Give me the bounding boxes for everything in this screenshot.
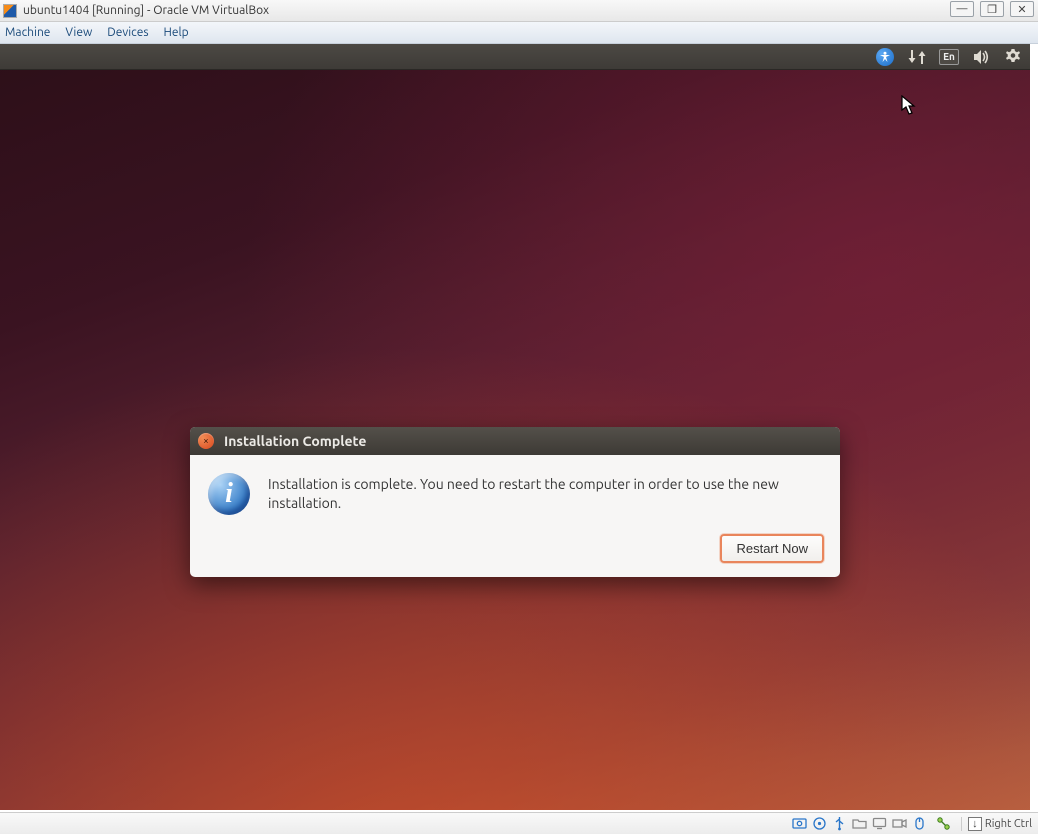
mouse-integration-indicator-icon[interactable] <box>911 815 928 832</box>
dialog-message: Installation is complete. You need to re… <box>268 473 818 515</box>
volume-icon[interactable] <box>970 46 992 68</box>
hard-disk-indicator-icon[interactable] <box>791 815 808 832</box>
window-right-border <box>1034 44 1038 838</box>
host-key-indicator[interactable]: ↓ Right Ctrl <box>961 817 1032 831</box>
dialog-title: Installation Complete <box>224 433 366 449</box>
hostkey-arrow-icon: ↓ <box>968 817 982 831</box>
ubuntu-top-panel: En <box>0 44 1030 70</box>
virtualbox-icon <box>3 4 17 18</box>
network-icon[interactable] <box>906 46 928 68</box>
system-gear-icon[interactable] <box>1002 46 1024 68</box>
guest-display[interactable]: En × Installation Complete <box>0 44 1030 810</box>
video-capture-indicator-icon[interactable] <box>891 815 908 832</box>
restart-now-button[interactable]: Restart Now <box>720 534 824 563</box>
host-window-titlebar: ubuntu1404 [Running] - Oracle VM Virtual… <box>0 0 1038 22</box>
minimize-button[interactable]: — <box>950 1 974 17</box>
dialog-titlebar[interactable]: × Installation Complete <box>190 427 840 455</box>
accessibility-icon[interactable] <box>874 46 896 68</box>
network-adapter-indicator-icon[interactable] <box>935 815 952 832</box>
dialog-close-button[interactable]: × <box>198 433 214 449</box>
display-indicator-icon[interactable] <box>871 815 888 832</box>
host-window-controls: — ❐ ✕ <box>950 1 1034 17</box>
menu-machine[interactable]: Machine <box>5 26 50 39</box>
installation-complete-dialog: × Installation Complete i Installation i… <box>190 427 840 577</box>
keyboard-language-indicator[interactable]: En <box>938 46 960 68</box>
menu-devices[interactable]: Devices <box>107 26 148 39</box>
host-key-label: Right Ctrl <box>985 818 1032 830</box>
menu-view[interactable]: View <box>65 26 92 39</box>
usb-indicator-icon[interactable] <box>831 815 848 832</box>
info-icon: i <box>208 473 250 515</box>
close-button[interactable]: ✕ <box>1010 1 1034 17</box>
host-menubar: Machine View Devices Help <box>0 22 1038 44</box>
shared-folders-indicator-icon[interactable] <box>851 815 868 832</box>
host-statusbar: ↓ Right Ctrl <box>0 812 1038 834</box>
optical-drive-indicator-icon[interactable] <box>811 815 828 832</box>
maximize-button[interactable]: ❐ <box>980 1 1004 17</box>
host-window-title: ubuntu1404 [Running] - Oracle VM Virtual… <box>23 4 269 17</box>
menu-help[interactable]: Help <box>164 26 189 39</box>
